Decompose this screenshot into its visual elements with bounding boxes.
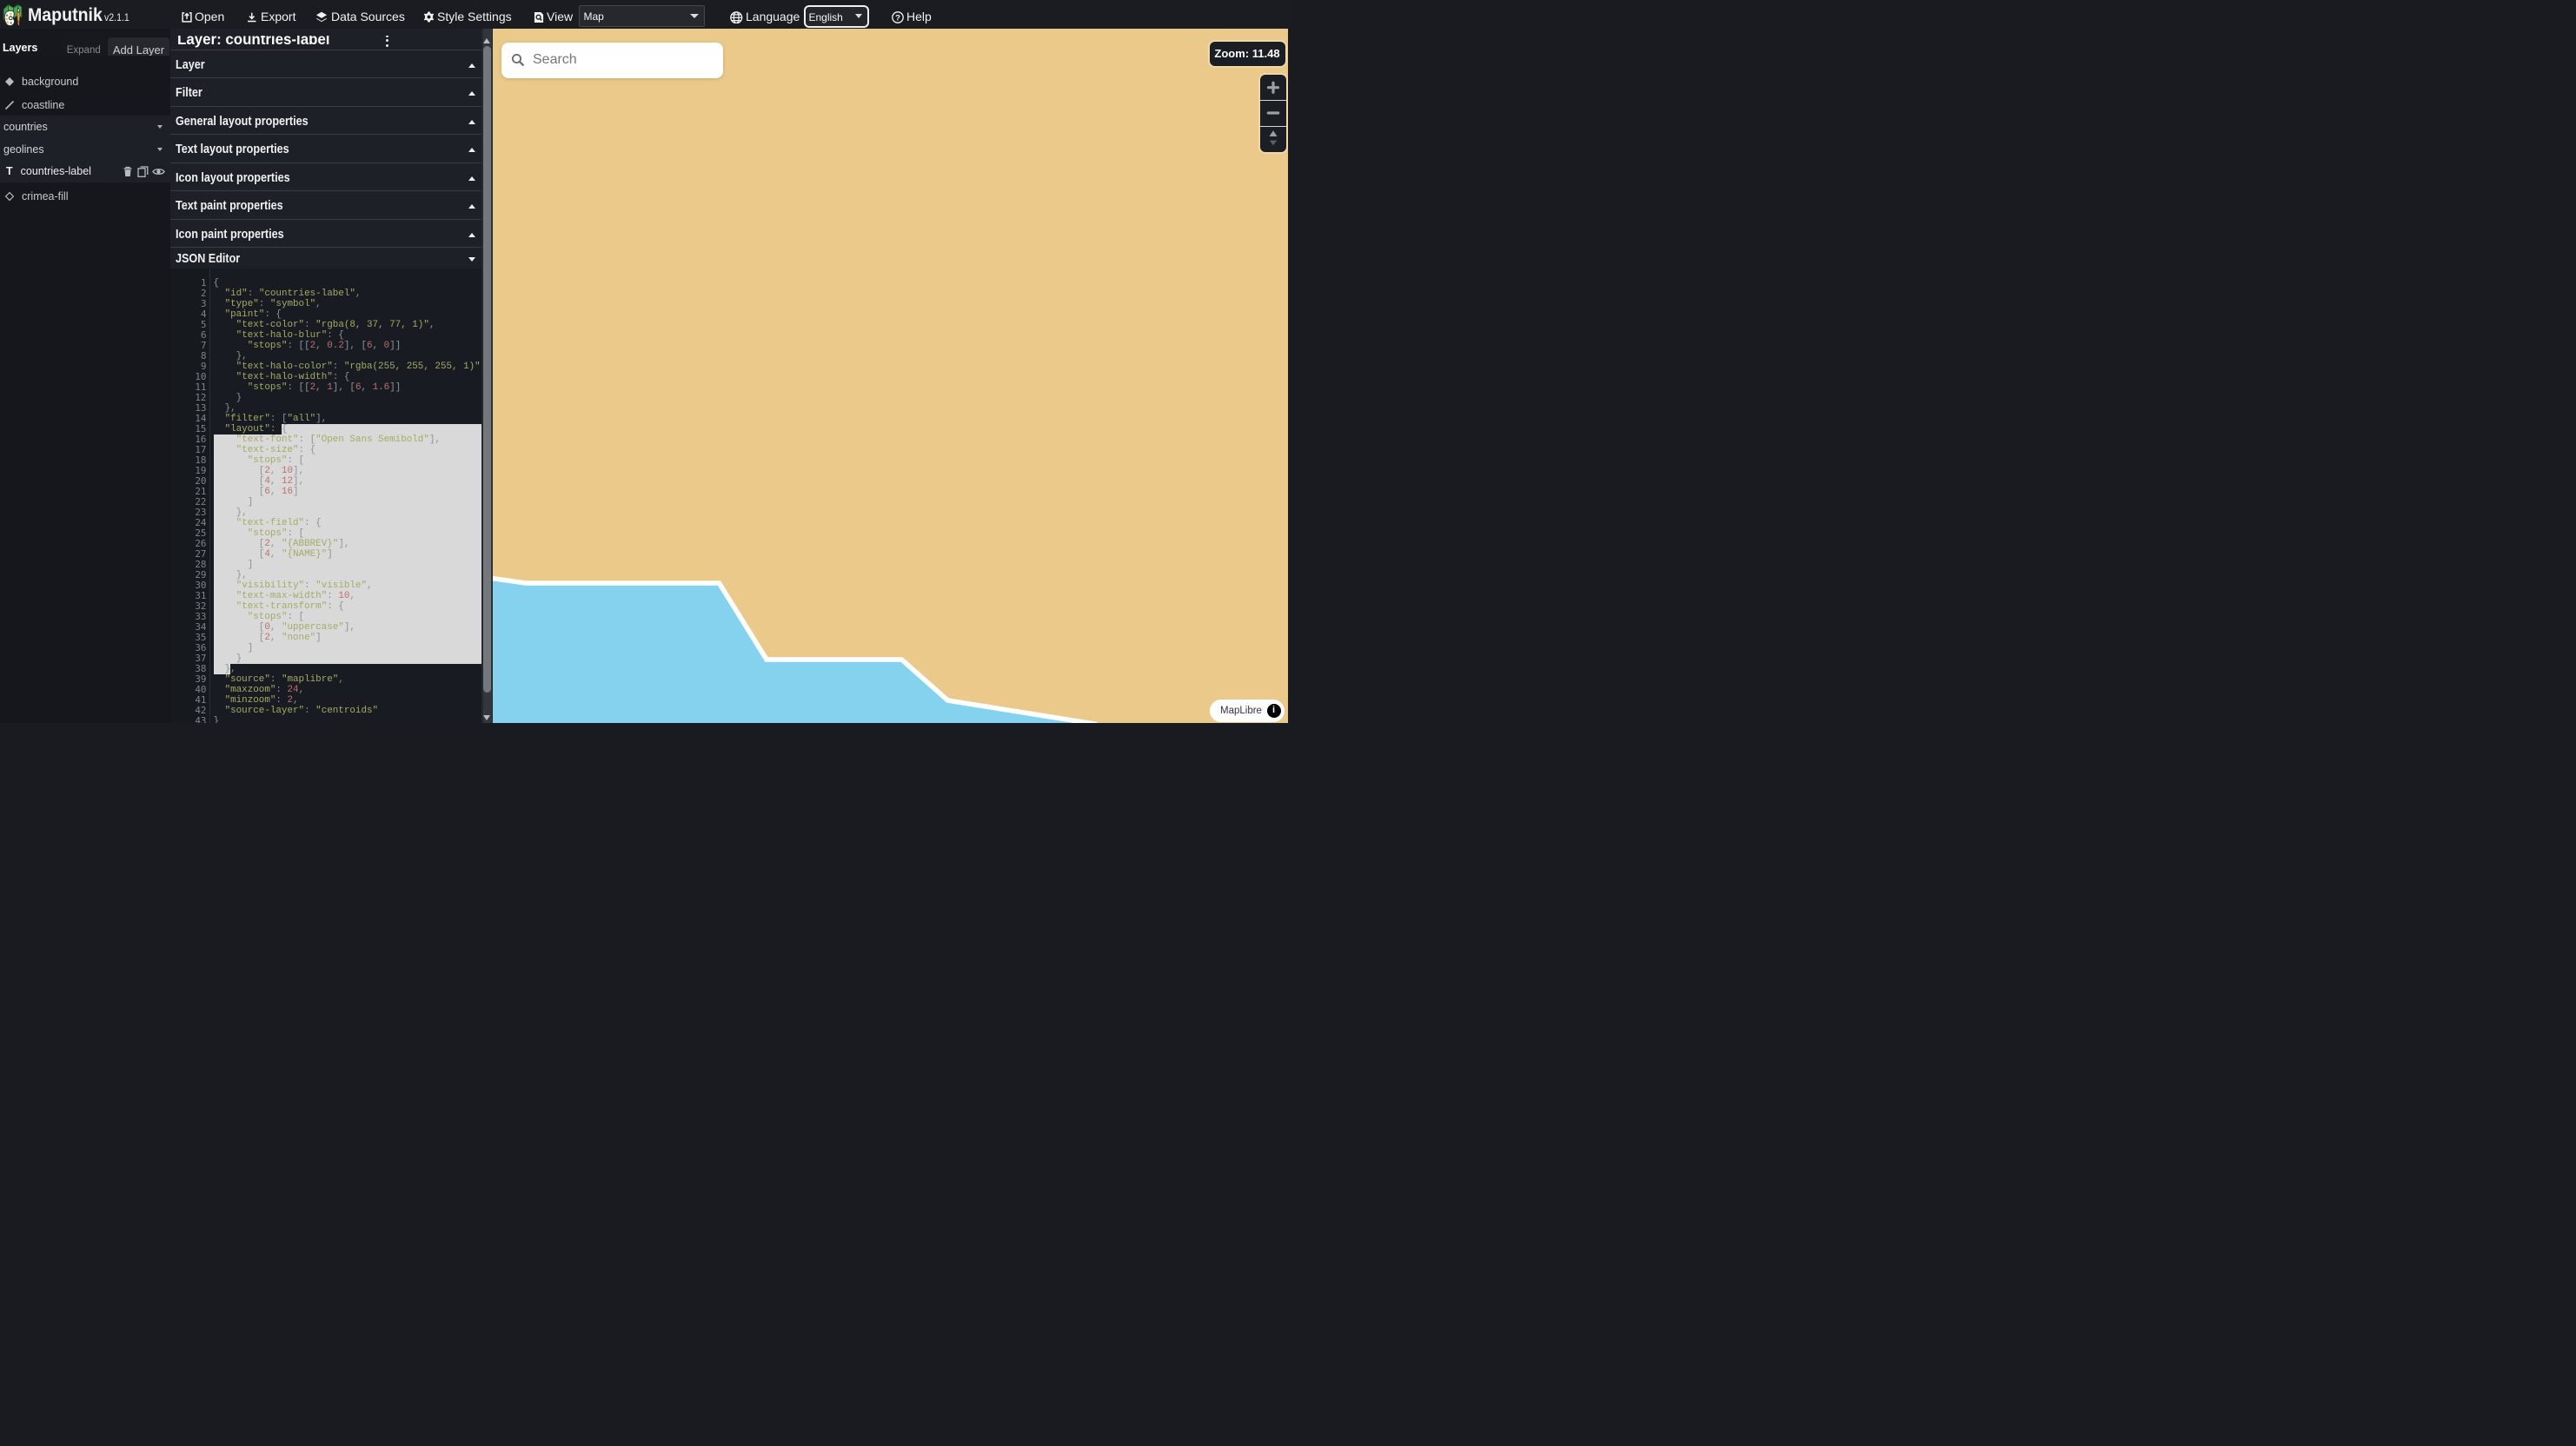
svg-text:?: ?: [895, 13, 900, 23]
